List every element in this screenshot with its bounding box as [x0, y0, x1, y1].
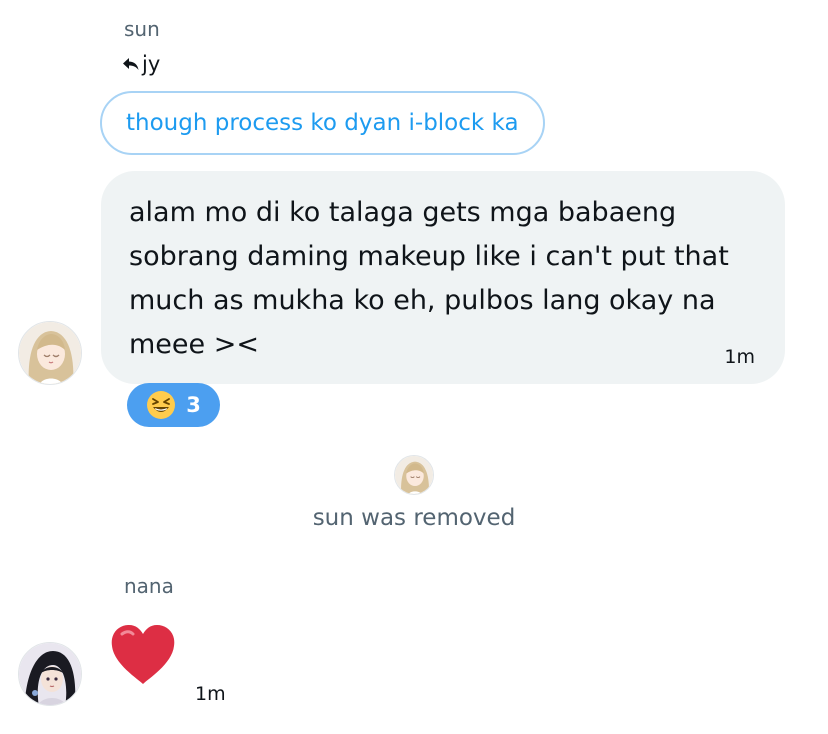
grinning-squinting-face-icon — [147, 391, 176, 419]
avatar-sun-image — [395, 456, 433, 494]
quoted-message[interactable]: though process ko dyan i-block ka — [100, 91, 545, 155]
reaction-count: 3 — [186, 393, 201, 417]
system-event-text: sun was removed — [312, 505, 516, 531]
reaction-button[interactable]: 3 — [127, 383, 220, 427]
message-timestamp: 1m — [724, 346, 755, 368]
reply-to-name: jy — [142, 52, 161, 76]
quoted-message-text: though process ko dyan i-block ka — [126, 110, 519, 136]
message-bubble[interactable] — [108, 622, 178, 688]
avatar — [394, 455, 434, 495]
reply-indicator[interactable]: jy — [122, 52, 160, 76]
avatar[interactable] — [18, 321, 82, 385]
red-heart-icon — [111, 625, 175, 684]
avatar-sun-image — [19, 322, 81, 384]
message-text: alam mo di ko talaga gets mga babaeng so… — [129, 197, 729, 360]
avatar-nana-image — [19, 643, 81, 705]
sender-name: sun — [124, 17, 160, 41]
message-bubble[interactable]: alam mo di ko talaga gets mga babaeng so… — [101, 171, 785, 384]
reply-arrow-icon — [123, 58, 139, 70]
dm-conversation: sun jy though process ko dyan i-block ka… — [0, 0, 828, 734]
sender-name: nana — [124, 574, 174, 598]
message-timestamp: 1m — [195, 683, 226, 705]
avatar[interactable] — [18, 642, 82, 706]
